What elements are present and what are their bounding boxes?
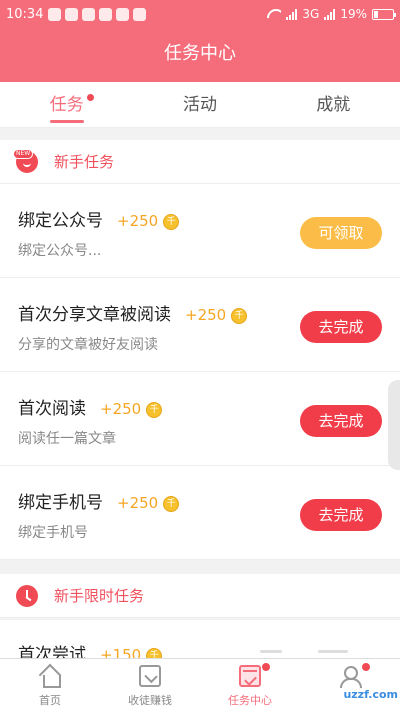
nav-recruit-earn[interactable]: 收徒赚钱 xyxy=(100,659,200,711)
go-complete-button[interactable]: 去完成 xyxy=(300,405,382,437)
coin-icon: 千 xyxy=(146,402,163,418)
status-bar: 10:34 3G 19% xyxy=(0,0,400,30)
coin-icon: 千 xyxy=(163,214,180,230)
tab-tasks[interactable]: 任务 xyxy=(0,82,133,127)
task-reward: +250 xyxy=(117,212,159,230)
tab-label: 成就 xyxy=(316,95,351,115)
go-complete-button[interactable]: 去完成 xyxy=(300,499,382,531)
watermark: uzzf.com xyxy=(343,688,398,701)
app-notification-icon xyxy=(116,8,129,21)
task-reward: +250 xyxy=(100,400,142,418)
app-notification-icon xyxy=(99,8,112,21)
coin-icon: 千 xyxy=(231,308,248,324)
task-name: 首次分享文章被阅读 xyxy=(18,305,171,325)
task-name: 绑定手机号 xyxy=(18,493,103,513)
status-time: 10:34 xyxy=(6,7,44,22)
nav-profile[interactable] xyxy=(300,659,400,711)
page-title: 任务中心 xyxy=(0,30,400,82)
notification-icons xyxy=(48,8,146,21)
app-notification-icon xyxy=(133,8,146,21)
task-reward: +250 xyxy=(185,306,227,324)
wifi-icon xyxy=(267,9,281,20)
tab-label: 任务 xyxy=(49,95,84,115)
task-row: 绑定手机号 +250 千 绑定手机号 去完成 xyxy=(0,466,400,560)
new-badge-icon xyxy=(13,148,38,173)
user-icon xyxy=(339,665,362,688)
tab-active-indicator xyxy=(49,120,84,123)
calendar-icon xyxy=(239,665,261,687)
app-notification-icon xyxy=(48,8,61,21)
nav-task-center[interactable]: 任务中心 xyxy=(200,659,300,711)
battery-percent: 19% xyxy=(340,7,367,21)
nav-home[interactable]: 首页 xyxy=(0,659,100,711)
nav-label: 首页 xyxy=(39,694,61,707)
section-header-newbie: 新手任务 xyxy=(0,140,400,184)
clock-icon xyxy=(16,584,38,607)
task-row: 绑定公众号 +250 千 绑定公众号... 可领取 xyxy=(0,184,400,278)
section-title: 新手限时任务 xyxy=(54,587,145,605)
tab-activities[interactable]: 活动 xyxy=(133,82,266,127)
go-complete-button[interactable]: 去完成 xyxy=(300,311,382,343)
task-reward: +250 xyxy=(117,494,159,512)
task-description: 绑定手机号 xyxy=(18,525,88,541)
task-name: 绑定公众号 xyxy=(18,211,103,231)
nav-notification-dot xyxy=(362,663,370,671)
task-row: 首次阅读 +250 千 阅读任一篇文章 去完成 xyxy=(0,372,400,466)
section-header-limited: 新手限时任务 xyxy=(0,574,400,618)
envelope-icon xyxy=(139,665,161,687)
cut-off-text xyxy=(318,650,348,653)
tab-achievements[interactable]: 成就 xyxy=(267,82,400,127)
signal-icon xyxy=(286,8,298,20)
tab-bar: 任务 活动 成就 xyxy=(0,82,400,128)
task-name: 首次尝试 xyxy=(18,645,86,658)
signal-icon xyxy=(324,8,336,20)
network-type: 3G xyxy=(302,7,320,21)
home-icon xyxy=(39,665,61,688)
section-title: 新手任务 xyxy=(54,153,115,171)
battery-icon xyxy=(372,8,396,20)
task-reward: +150 xyxy=(100,646,142,658)
nav-notification-dot xyxy=(262,663,270,671)
task-description: 绑定公众号... xyxy=(18,243,102,259)
tab-label: 活动 xyxy=(182,95,217,115)
nav-label: 任务中心 xyxy=(228,694,272,707)
coin-icon: 千 xyxy=(146,648,163,658)
tab-notification-dot xyxy=(87,94,94,101)
claim-button[interactable]: 可领取 xyxy=(300,217,382,249)
nav-label: 收徒赚钱 xyxy=(128,694,172,707)
side-drag-handle[interactable] xyxy=(388,380,400,470)
task-row: 首次尝试 +150 千 xyxy=(0,620,400,658)
bottom-nav: 首页 收徒赚钱 任务中心 xyxy=(0,658,400,711)
coin-icon: 千 xyxy=(163,496,180,512)
task-row: 首次分享文章被阅读 +250 千 分享的文章被好友阅读 去完成 xyxy=(0,278,400,372)
task-description: 阅读任一篇文章 xyxy=(18,431,116,447)
app-notification-icon xyxy=(82,8,95,21)
task-description: 分享的文章被好友阅读 xyxy=(18,337,158,353)
app-notification-icon xyxy=(65,8,78,21)
task-name: 首次阅读 xyxy=(18,399,86,419)
cut-off-text xyxy=(260,650,282,653)
